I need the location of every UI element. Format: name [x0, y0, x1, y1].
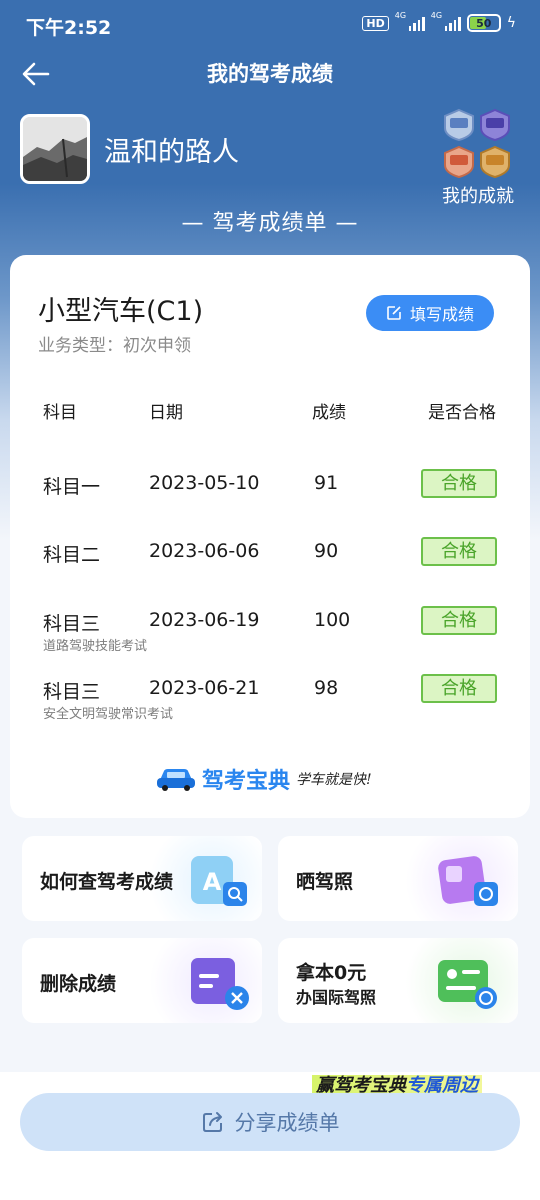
status-icons: HD 4G 4G 50 ϟ — [362, 11, 516, 32]
row-note: 安全文明驾驶常识考试 — [43, 707, 174, 722]
status-time: 下午2:52 — [26, 17, 112, 39]
column-date: 日期 — [149, 403, 183, 423]
pass-badge: 合格 — [421, 674, 497, 703]
table-row: 科目三 2023-06-19 100 合格 道路驾驶技能考试 — [10, 606, 530, 669]
vehicle-type: 小型汽车(C1) — [38, 296, 204, 327]
tile-show-license[interactable]: 晒驾照 — [278, 836, 518, 921]
tile-intl-line1: 拿本0元 — [296, 962, 367, 984]
car-logo-icon — [157, 769, 195, 791]
network-label-1: 4G — [394, 11, 407, 20]
photo-license-icon — [438, 856, 498, 906]
brand-name: 驾考宝典 — [202, 769, 291, 794]
intl-license-icon — [438, 960, 497, 1009]
svg-text:A: A — [203, 868, 222, 896]
column-pass: 是否合格 — [428, 403, 496, 423]
business-type: 业务类型：初次申领 — [38, 336, 191, 356]
share-label: 分享成绩单 — [234, 1111, 340, 1135]
column-score: 成绩 — [312, 403, 346, 423]
row-note: 道路驾驶技能考试 — [43, 639, 148, 654]
tile-intl-line2: 办国际驾照 — [296, 988, 377, 1007]
row-subject: 科目二 — [43, 544, 101, 566]
column-subject: 科目 — [43, 403, 77, 423]
badge-icon-subject3 — [444, 145, 474, 179]
share-icon — [202, 1112, 222, 1132]
pass-badge: 合格 — [421, 606, 497, 635]
signal-icon-1: 4G — [395, 11, 425, 31]
brand-logo: 驾考宝典 学车就是快! — [156, 763, 372, 795]
row-date: 2023-06-06 — [149, 540, 260, 562]
signal-icon-2: 4G — [431, 11, 461, 31]
tile-delete-label: 删除成绩 — [40, 973, 117, 995]
tile-query-label: 如何查驾考成绩 — [40, 871, 174, 893]
battery-level: 50 — [476, 16, 492, 30]
badge-icon-subject1 — [444, 108, 474, 142]
pass-badge: 合格 — [421, 537, 497, 566]
row-score: 91 — [314, 472, 339, 494]
row-date: 2023-05-10 — [149, 472, 260, 494]
brand-slogan: 学车就是快! — [296, 772, 372, 788]
fill-score-label: 填写成绩 — [409, 305, 474, 324]
badge-icon-subject2 — [480, 108, 510, 142]
row-score: 90 — [314, 540, 339, 562]
badge-icon-subject4 — [480, 145, 510, 179]
avatar-image — [23, 117, 87, 181]
table-row: 科目一 2023-05-10 91 合格 — [10, 469, 530, 532]
network-label-2: 4G — [430, 11, 443, 20]
score-sheet-title: — 驾考成绩单 — — [181, 211, 359, 236]
search-score-icon: A — [191, 856, 247, 906]
page-title: 我的驾考成绩 — [207, 62, 333, 86]
row-date: 2023-06-19 — [149, 609, 260, 631]
delete-record-icon — [191, 958, 249, 1010]
row-subject: 科目三 — [43, 681, 101, 703]
table-row: 科目二 2023-06-06 90 合格 — [10, 537, 530, 600]
battery-icon: 50 — [466, 14, 501, 32]
avatar[interactable] — [20, 114, 90, 184]
tile-intl-license[interactable]: 拿本0元 办国际驾照 — [278, 938, 518, 1023]
tile-show-license-label: 晒驾照 — [296, 871, 354, 893]
tile-query-score[interactable]: 如何查驾考成绩 A — [22, 836, 262, 921]
row-score: 98 — [314, 677, 339, 699]
tile-delete-score[interactable]: 删除成绩 — [22, 938, 262, 1023]
charging-icon: ϟ — [506, 15, 516, 31]
achievement-badges[interactable] — [440, 108, 514, 180]
edit-icon — [387, 306, 401, 320]
hd-icon: HD — [362, 15, 389, 31]
score-card: 小型汽车(C1) 业务类型：初次申领 填写成绩 科目 日期 成绩 是否合格 科目… — [10, 255, 530, 818]
status-bar: 下午2:52 HD 4G 4G 50 ϟ — [0, 0, 540, 50]
username: 温和的路人 — [104, 137, 239, 168]
pass-badge: 合格 — [421, 469, 497, 498]
row-subject: 科目三 — [43, 613, 101, 635]
row-subject: 科目一 — [43, 476, 101, 498]
row-score: 100 — [314, 609, 351, 631]
row-date: 2023-06-21 — [149, 677, 260, 699]
fill-score-button[interactable]: 填写成绩 — [366, 295, 494, 331]
share-score-button[interactable]: 分享成绩单 — [20, 1093, 520, 1151]
table-row: 科目三 2023-06-21 98 合格 安全文明驾驶常识考试 — [10, 674, 530, 737]
